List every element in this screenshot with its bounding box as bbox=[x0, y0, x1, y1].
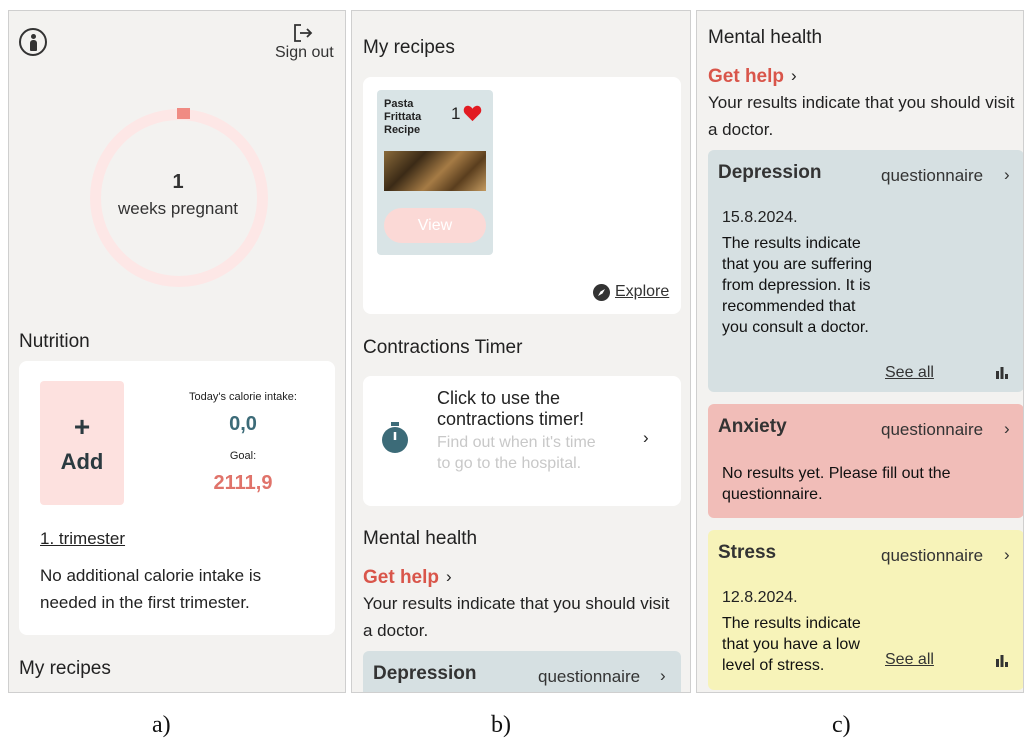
contractions-timer-card[interactable]: Click to use the contractions timer! Fin… bbox=[363, 376, 681, 506]
add-food-button[interactable]: + Add bbox=[40, 381, 124, 505]
bar-chart-icon[interactable] bbox=[995, 653, 1009, 667]
weeks-pregnant-label: weeks pregnant bbox=[117, 199, 239, 218]
questionnaire-link[interactable]: questionnaire bbox=[538, 667, 640, 687]
pregnant-person-icon[interactable] bbox=[19, 28, 47, 56]
anxiety-title: Anxiety bbox=[718, 416, 787, 437]
nutrition-title: Nutrition bbox=[19, 331, 90, 352]
screen-mental-health: Mental health Get help › Your results in… bbox=[696, 10, 1024, 693]
sign-out-icon[interactable] bbox=[292, 23, 314, 43]
goal-label: Goal: bbox=[229, 450, 257, 462]
see-all-link[interactable]: See all bbox=[885, 651, 934, 669]
trimester-info-text: No additional calorie intake is needed i… bbox=[40, 566, 262, 612]
chevron-right-icon[interactable]: › bbox=[446, 567, 452, 587]
get-help-link[interactable]: Get help bbox=[708, 66, 784, 88]
caption-b: b) bbox=[491, 712, 511, 738]
stress-card: Stress questionnaire › 12.8.2024. The re… bbox=[708, 530, 1023, 690]
see-all-link[interactable]: See all bbox=[885, 364, 934, 382]
pregnancy-progress-ring bbox=[90, 109, 268, 287]
pregnancy-progress-marker bbox=[177, 108, 190, 119]
depression-card: Depression questionnaire › 15.8.2024. Th… bbox=[708, 150, 1023, 392]
screen-home: Sign out 1 weeks pregnant Nutrition + Ad… bbox=[8, 10, 346, 693]
questionnaire-link[interactable]: questionnaire bbox=[881, 420, 983, 440]
compass-icon bbox=[593, 284, 610, 301]
chevron-right-icon[interactable]: › bbox=[791, 66, 797, 86]
nutrition-card: + Add Today's calorie intake: 0,0 Goal: … bbox=[19, 361, 335, 635]
explore-link[interactable]: Explore bbox=[615, 283, 669, 301]
goal-value: 2111,9 bbox=[213, 472, 273, 494]
chevron-right-icon[interactable]: › bbox=[1004, 165, 1010, 185]
result-text: No results yet. Please fill out the ques… bbox=[722, 465, 951, 503]
caption-c: c) bbox=[832, 712, 851, 738]
view-recipe-button[interactable]: View bbox=[384, 208, 486, 243]
result-text: The results indicate that you are suffer… bbox=[722, 235, 873, 336]
chevron-right-icon[interactable]: › bbox=[1004, 545, 1010, 565]
chevron-right-icon[interactable]: › bbox=[643, 428, 649, 448]
recipe-likes-count: 1 bbox=[451, 104, 461, 123]
result-date: 15.8.2024. bbox=[722, 209, 798, 226]
mental-health-title: Mental health bbox=[708, 27, 823, 48]
sign-out-button[interactable]: Sign out bbox=[275, 44, 334, 62]
add-label: Add bbox=[60, 449, 104, 474]
depression-title: Depression bbox=[373, 663, 477, 684]
chevron-right-icon[interactable]: › bbox=[1004, 419, 1010, 439]
trimester-link[interactable]: 1. trimester bbox=[40, 529, 125, 549]
get-help-link[interactable]: Get help bbox=[363, 567, 439, 589]
heart-icon[interactable] bbox=[463, 104, 482, 123]
today-intake-value: 0,0 bbox=[229, 413, 257, 435]
plus-icon: + bbox=[73, 411, 91, 442]
recipe-tile[interactable]: Pasta Frittata Recipe 1 View bbox=[377, 90, 493, 255]
chevron-right-icon[interactable]: › bbox=[660, 666, 666, 686]
recipe-name: Pasta Frittata Recipe bbox=[384, 98, 422, 136]
depression-title: Depression bbox=[718, 162, 822, 183]
anxiety-card: Anxiety questionnaire › No results yet. … bbox=[708, 404, 1023, 518]
my-recipes-title: My recipes bbox=[19, 658, 111, 679]
contractions-subtitle: Find out when it's time to go to the hos… bbox=[437, 434, 596, 472]
bar-chart-icon[interactable] bbox=[995, 365, 1009, 379]
stress-title: Stress bbox=[718, 542, 777, 563]
recipes-card: Pasta Frittata Recipe 1 View Explore bbox=[363, 77, 681, 314]
stopwatch-icon bbox=[382, 422, 408, 453]
questionnaire-link[interactable]: questionnaire bbox=[881, 546, 983, 566]
result-text: The results indicate that you have a low… bbox=[722, 615, 861, 674]
mental-health-title: Mental health bbox=[363, 528, 478, 549]
questionnaire-link[interactable]: questionnaire bbox=[881, 166, 983, 186]
caption-a: a) bbox=[152, 712, 171, 738]
screen-recipes-timer: My recipes Pasta Frittata Recipe 1 View … bbox=[351, 10, 691, 693]
my-recipes-title: My recipes bbox=[363, 37, 455, 58]
today-intake-label: Today's calorie intake: bbox=[189, 391, 297, 403]
recipe-photo bbox=[384, 151, 486, 191]
weeks-pregnant-number: 1 bbox=[172, 171, 184, 193]
depression-card: Depression questionnaire › bbox=[363, 651, 681, 692]
result-date: 12.8.2024. bbox=[722, 589, 798, 606]
contractions-timer-title: Contractions Timer bbox=[363, 337, 523, 358]
results-recommendation-text: Your results indicate that you should vi… bbox=[708, 93, 1015, 139]
results-recommendation-text: Your results indicate that you should vi… bbox=[363, 594, 670, 640]
contractions-cta: Click to use the contractions timer! bbox=[437, 388, 585, 429]
